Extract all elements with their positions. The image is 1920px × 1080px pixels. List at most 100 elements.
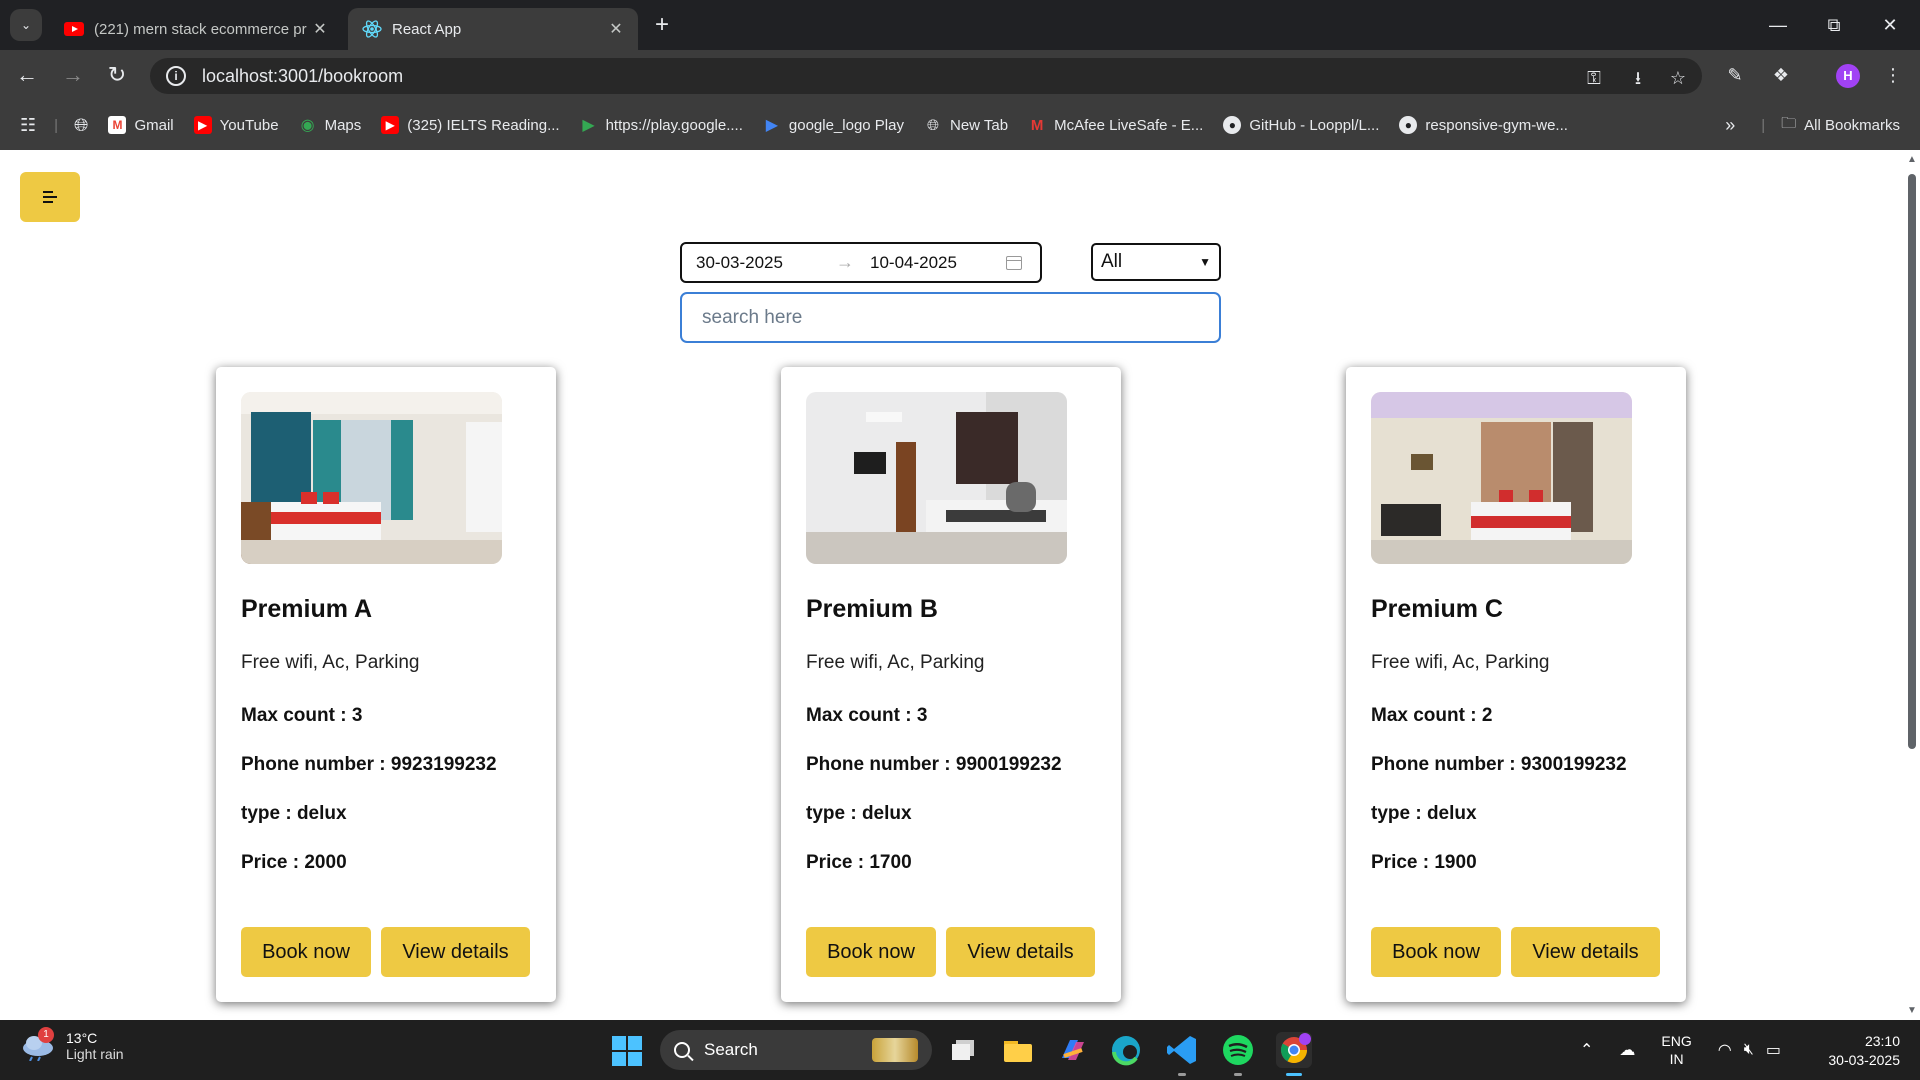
back-button[interactable]: ← [12,60,42,90]
taskbar-clock[interactable]: 23:10 30-03-2025 [1828,1032,1900,1070]
bookmark-label: google_logo Play [788,116,904,134]
extensions-puzzle-icon[interactable]: ❖ [1768,62,1794,88]
weather-widget[interactable]: 1 13°C Light rain [20,1027,124,1062]
bookmark-star-icon[interactable]: ☆ [1666,66,1690,90]
more-bookmarks-icon[interactable]: » [1725,115,1735,136]
password-key-icon[interactable]: ⚿ [1582,66,1606,90]
globe-icon[interactable]: 🌐︎ [74,115,88,136]
vscode-icon[interactable] [1164,1032,1200,1076]
tab-search-button[interactable]: ⌄ [10,9,42,41]
room-type-select[interactable]: All ▼ [1091,243,1221,281]
bookmark-gym[interactable]: ● responsive-gym-we... [1399,116,1568,134]
view-details-button[interactable]: View details [946,927,1095,977]
onedrive-icon[interactable]: ☁ [1619,1040,1635,1060]
room-card: Premium A Free wifi, Ac, Parking Max cou… [216,367,556,1002]
scroll-down-icon[interactable]: ▼ [1906,1005,1918,1016]
play-icon: ▶ [582,117,595,134]
reload-icon: ↻ [107,62,127,87]
windows-taskbar: 1 13°C Light rain Search ⌃ ☁ ENG IN ◠ 🔇︎… [0,1020,1920,1080]
minimize-button[interactable]: — [1758,10,1798,40]
bookmark-mcafee[interactable]: M McAfee LiveSafe - E... [1028,116,1203,134]
bookmark-gmail[interactable]: M Gmail [108,116,174,134]
tab-react-app[interactable]: React App ✕ [348,8,638,50]
weather-temp: 13°C [66,1030,98,1046]
chevron-down-icon: ▼ [1199,255,1211,269]
task-view-icon[interactable] [946,1032,982,1068]
language-indicator[interactable]: ENG IN [1661,1032,1691,1068]
extension-pen-icon[interactable]: ✎ [1722,62,1748,88]
copilot-icon[interactable] [1054,1032,1090,1068]
windows-start-icon[interactable] [612,1036,642,1066]
hamburger-icon [43,191,57,203]
active-indicator [1286,1073,1302,1076]
speaker-muted-icon[interactable]: 🔇︎ [1744,1041,1754,1059]
book-now-button[interactable]: Book now [241,927,371,977]
room-name: Premium A [241,595,373,623]
room-image [241,392,502,564]
apps-grid-icon[interactable]: ☷ [20,115,36,136]
bookmark-github-looppl[interactable]: ● GitHub - Looppl/L... [1223,116,1379,134]
close-icon[interactable]: ✕ [608,19,624,39]
address-bar[interactable]: i localhost:3001/bookroom ⚿ ⭳ ☆ [150,58,1702,94]
view-details-button[interactable]: View details [1511,927,1660,977]
all-bookmarks-link[interactable]: All Bookmarks [1804,117,1900,134]
date-range-picker[interactable]: 30-03-2025 → 10-04-2025 [680,242,1042,283]
close-icon[interactable]: ✕ [312,19,328,39]
system-tray: ⌃ ☁ ENG IN ◠ 🔇︎ ▭ [1580,1020,1781,1080]
bookmark-play-google[interactable]: ▶ https://play.google.... [580,116,743,135]
from-date[interactable]: 30-03-2025 [696,253,836,273]
room-image [806,392,1067,564]
chrome-icon[interactable] [1276,1032,1312,1076]
bookmark-new-tab[interactable]: 🌐︎ New Tab [924,116,1008,134]
calendar-icon[interactable] [1006,255,1022,270]
scrollbar-thumb[interactable] [1908,174,1916,749]
forward-button[interactable]: → [58,60,88,90]
spotify-icon[interactable] [1220,1032,1256,1076]
globe-icon: 🌐︎ [926,116,939,134]
gmail-icon: M [108,116,127,134]
file-explorer-icon[interactable] [1000,1032,1036,1068]
to-date[interactable]: 10-04-2025 [870,253,1006,273]
browser-tab-bar: ⌄ (221) mern stack ecommerce pr ✕ React … [0,0,1920,50]
weather-desc: Light rain [66,1046,124,1062]
profile-avatar[interactable]: H [1836,64,1860,88]
view-details-button[interactable]: View details [381,927,530,977]
bookmark-youtube[interactable]: ▶ YouTube [193,116,279,134]
search-input[interactable]: search here [680,292,1221,343]
edge-icon[interactable] [1108,1032,1144,1068]
url-text[interactable]: localhost:3001/bookroom [202,66,403,87]
book-now-button[interactable]: Book now [806,927,936,977]
more-menu-icon[interactable]: ⋮ [1880,62,1906,88]
room-phone: Phone number : 9923199232 [241,754,497,775]
taskbar-search[interactable]: Search [660,1030,932,1070]
chevron-up-icon[interactable]: ⌃ [1580,1040,1593,1060]
close-window-button[interactable]: ✕ [1870,10,1910,40]
bookmark-google-play[interactable]: ▶ google_logo Play [763,116,904,135]
book-now-button[interactable]: Book now [1371,927,1501,977]
bookmark-label: https://play.google.... [605,116,743,134]
wifi-icon[interactable]: ◠ [1718,1040,1732,1060]
divider: | [1761,116,1766,134]
clock-time: 23:10 [1864,1033,1900,1049]
room-name: Premium B [806,595,938,623]
room-phone: Phone number : 9300199232 [1371,754,1627,775]
reload-button[interactable]: ↻ [102,60,132,90]
bookmark-ielts[interactable]: ▶ (325) IELTS Reading... [381,116,560,134]
menu-button[interactable] [20,172,80,222]
select-value: All [1101,251,1123,272]
restore-button[interactable]: ⧉ [1814,10,1854,40]
bookmarks-right: » | 🗀︎ All Bookmarks [1725,100,1900,150]
mcafee-icon: M [1030,116,1044,134]
room-type: type : delux [806,803,912,824]
install-app-icon[interactable]: ⭳ [1626,66,1650,90]
scroll-up-icon[interactable]: ▲ [1906,154,1918,165]
site-info-icon[interactable]: i [166,66,186,86]
page-scrollbar[interactable]: ▲ ▼ [1904,150,1920,1020]
bookmark-label: Maps [324,116,362,134]
battery-icon[interactable]: ▭ [1766,1040,1781,1060]
bookmark-maps[interactable]: ◉ Maps [299,116,362,135]
tab-youtube[interactable]: (221) mern stack ecommerce pr ✕ [50,8,342,50]
bookmark-label: New Tab [949,116,1009,134]
new-tab-button[interactable]: + [648,12,676,40]
tab-title: React App [392,20,462,38]
